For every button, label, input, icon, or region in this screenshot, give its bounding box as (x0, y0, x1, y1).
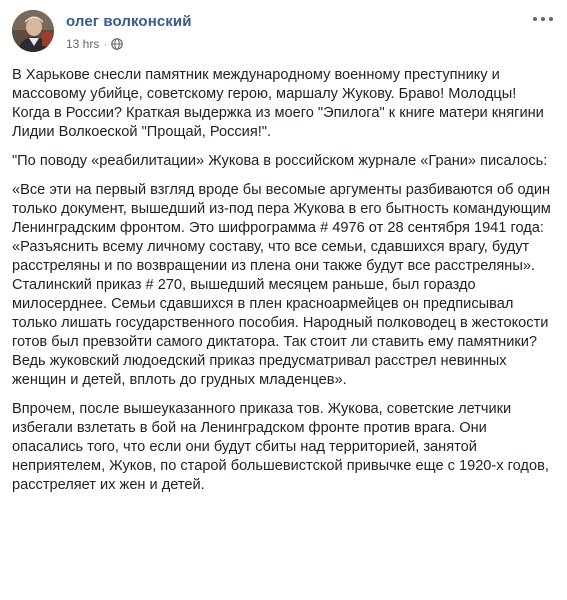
post-header: олег волконский 13 hrs · (12, 8, 555, 56)
post-paragraph: В Харькове снесли памятник международном… (12, 67, 544, 140)
author-name[interactable]: олег волконский (66, 13, 192, 30)
more-dot (549, 17, 553, 21)
post-paragraph: "По поводу «реабилитации» Жукова в росси… (12, 153, 548, 169)
facebook-post: олег волконский 13 hrs · В Харькове снес… (0, 0, 567, 600)
avatar-photo (12, 10, 54, 52)
more-options-icon[interactable] (533, 12, 553, 26)
post-paragraph: «Все эти на первый взгляд вроде бы весом… (12, 182, 551, 388)
post-timestamp[interactable]: 13 hrs (66, 37, 99, 51)
globe-icon[interactable] (111, 38, 124, 50)
more-dot (541, 17, 545, 21)
meta-separator: · (103, 37, 108, 51)
avatar[interactable] (12, 10, 54, 52)
post-meta: 13 hrs · (66, 37, 124, 51)
post-paragraph: Впрочем, после вышеуказанного приказа то… (12, 401, 549, 493)
post-body: В Харькове снесли памятник международном… (12, 66, 555, 505)
more-dot (533, 17, 537, 21)
